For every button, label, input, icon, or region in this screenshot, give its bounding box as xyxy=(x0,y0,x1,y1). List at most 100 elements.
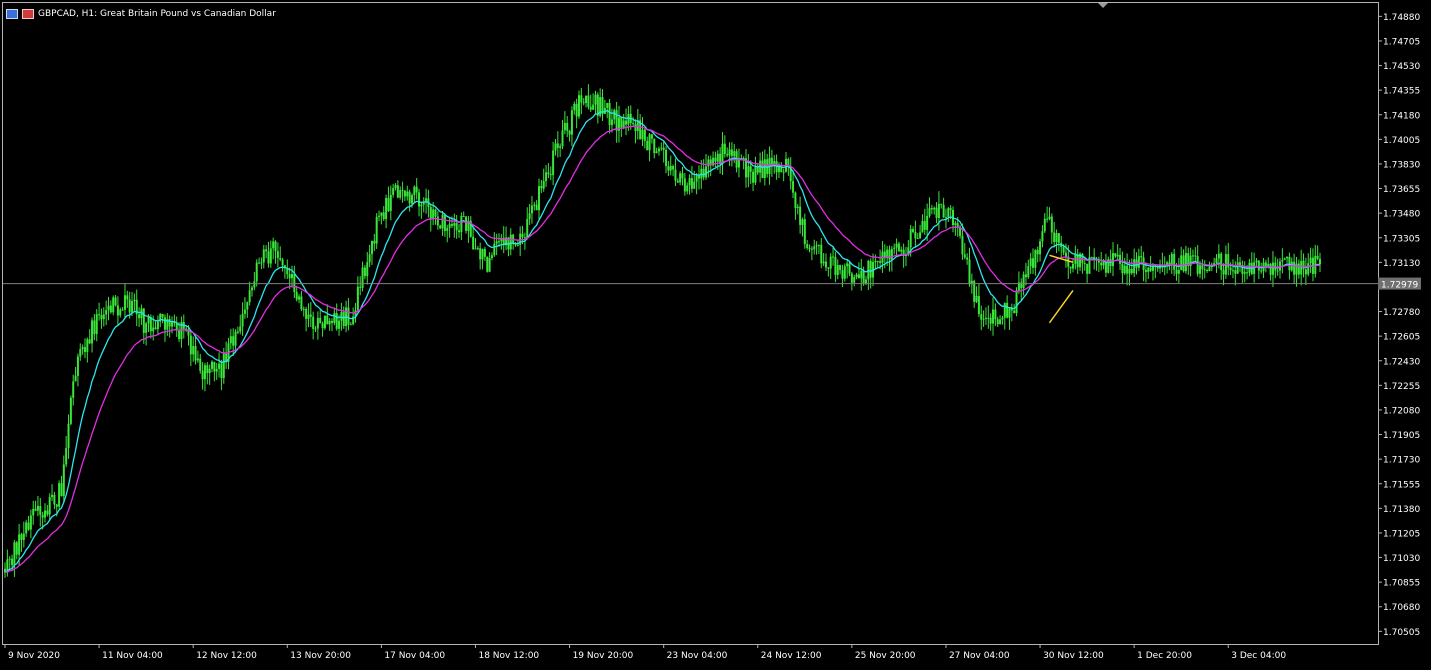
candle-body xyxy=(274,241,277,252)
candle-body xyxy=(1293,261,1296,275)
candle-body xyxy=(827,267,830,269)
candle-body xyxy=(1001,317,1004,320)
candle-body xyxy=(1043,218,1046,232)
candle-body xyxy=(1041,231,1044,242)
candle-body xyxy=(142,308,145,333)
candle-body xyxy=(916,238,919,240)
candle-body xyxy=(486,256,489,272)
candle-body xyxy=(1013,310,1016,314)
candle-body xyxy=(81,347,84,350)
candle-body xyxy=(864,279,867,283)
candle-body xyxy=(154,327,157,330)
candle-body xyxy=(385,197,388,220)
candle-body xyxy=(1215,258,1218,264)
candle-body xyxy=(1173,253,1176,270)
time-tick-label: 18 Nov 12:00 xyxy=(478,651,539,661)
candle-body xyxy=(674,169,677,181)
candle-body xyxy=(909,229,912,248)
candle-body xyxy=(300,296,303,310)
candle-body xyxy=(547,172,550,175)
candle-body xyxy=(585,95,588,104)
candle-body xyxy=(429,207,432,219)
candle-body xyxy=(926,215,929,230)
price-tick-label: 1.74705 xyxy=(1383,37,1420,47)
candle-body xyxy=(53,494,56,505)
candle-body xyxy=(413,186,416,196)
candle-body xyxy=(112,297,115,313)
candle-body xyxy=(333,313,336,323)
candle-body xyxy=(51,494,54,498)
candle-body xyxy=(697,175,700,179)
candle-body xyxy=(895,243,898,248)
candle-body xyxy=(60,483,63,497)
candle-body xyxy=(860,270,863,279)
candle-body xyxy=(121,309,124,311)
candle-body xyxy=(1194,255,1197,257)
price-chart[interactable]: 1.72979 1.748801.747051.745301.743551.74… xyxy=(0,0,1431,666)
candle-body xyxy=(1055,233,1058,243)
candle-body xyxy=(1260,270,1263,272)
candle-body xyxy=(963,254,966,258)
candle-body xyxy=(203,365,206,380)
candle-body xyxy=(980,314,983,320)
trend-lines[interactable] xyxy=(1048,254,1074,324)
candle-body xyxy=(1036,249,1039,255)
candle-body xyxy=(853,276,856,283)
candle-body xyxy=(328,320,331,325)
candle-body xyxy=(999,319,1002,325)
candle-body xyxy=(1246,272,1249,274)
candle-body xyxy=(1177,269,1180,274)
price-tick-label: 1.70680 xyxy=(1383,603,1420,613)
candle-body xyxy=(347,307,350,325)
candle-body xyxy=(1191,255,1194,257)
time-axis[interactable]: 9 Nov 2020 11 Nov 04:00 12 Nov 12:00 13 Nov… xyxy=(4,644,1286,661)
price-tick-label: 1.72080 xyxy=(1383,406,1420,416)
candle-body xyxy=(229,336,232,344)
time-tick-label: 17 Nov 04:00 xyxy=(384,651,445,661)
price-axis[interactable]: 1.74880 1.74705 1.74530 1.74355 1.74180 1.740… xyxy=(1378,13,1420,638)
time-tick-label: 3 Dec 04:00 xyxy=(1231,651,1286,661)
candle-body xyxy=(542,181,545,189)
candle-body xyxy=(107,305,110,311)
candle-body xyxy=(48,497,51,515)
candle-body xyxy=(589,106,592,110)
candle-body xyxy=(575,103,578,117)
candle-body xyxy=(556,143,559,148)
candle-body xyxy=(396,185,399,198)
candle-body xyxy=(255,262,258,282)
candle-body xyxy=(655,151,658,154)
candle-body xyxy=(39,505,42,515)
time-tick-label: 24 Nov 12:00 xyxy=(761,651,822,661)
candle-body xyxy=(147,317,150,324)
chart-shift-marker[interactable] xyxy=(1098,3,1108,8)
candle-body xyxy=(410,195,413,204)
candle-body xyxy=(808,248,811,250)
candle-body xyxy=(288,274,291,279)
candle-body xyxy=(109,305,112,313)
candle-body xyxy=(98,314,101,316)
candle-body xyxy=(220,363,223,379)
candle-body xyxy=(211,361,214,369)
candle-body xyxy=(530,205,533,214)
candle-body xyxy=(933,207,936,210)
candle-body xyxy=(681,173,684,179)
candle-body xyxy=(1015,290,1018,314)
candle-body xyxy=(754,166,757,183)
window-restore-icon[interactable] xyxy=(6,9,18,19)
candle-body xyxy=(1022,274,1025,289)
lower-trend-line[interactable] xyxy=(1048,290,1074,324)
candle-body xyxy=(1086,264,1089,274)
candle-body xyxy=(756,166,759,173)
candle-body xyxy=(1006,302,1009,318)
candle-body xyxy=(707,159,710,167)
candle-body xyxy=(801,219,804,225)
candle-body xyxy=(813,246,816,250)
candle-body xyxy=(650,134,653,139)
candle-body xyxy=(359,286,362,288)
candle-body xyxy=(1024,274,1027,278)
candle-body xyxy=(302,308,305,310)
price-tick-label: 1.74530 xyxy=(1383,62,1420,72)
candle-body xyxy=(1114,253,1117,257)
candle-body xyxy=(923,220,926,230)
candle-body xyxy=(133,299,136,302)
